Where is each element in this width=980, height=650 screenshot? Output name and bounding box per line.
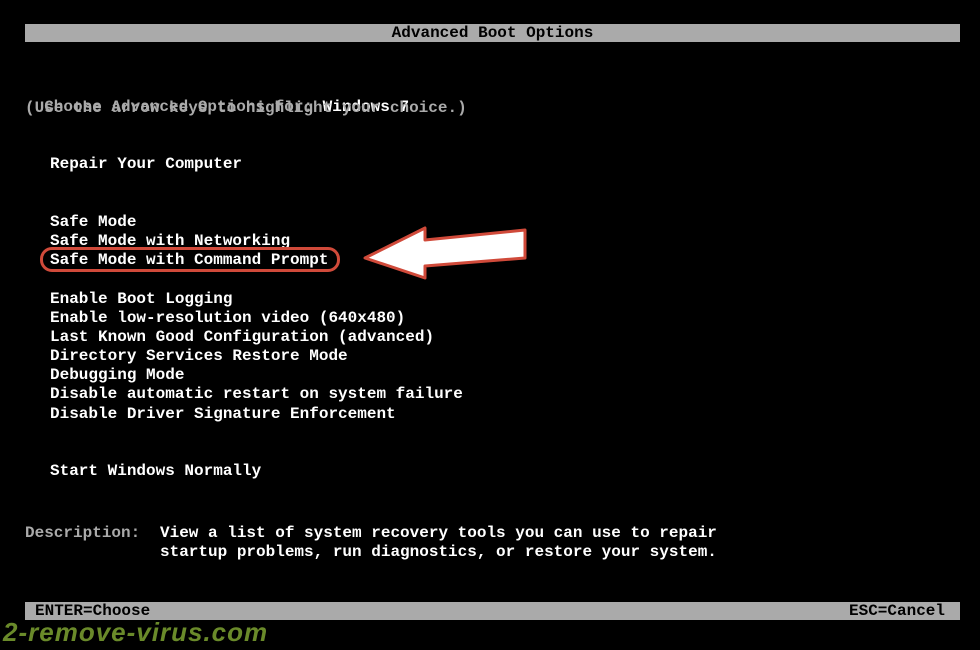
- description-line1: View a list of system recovery tools you…: [160, 524, 717, 542]
- menu-last-known-good[interactable]: Last Known Good Configuration (advanced): [50, 328, 434, 346]
- description-line2: startup problems, run diagnostics, or re…: [160, 543, 717, 561]
- menu-safe-mode[interactable]: Safe Mode: [50, 213, 136, 231]
- menu-disable-restart[interactable]: Disable automatic restart on system fail…: [50, 385, 463, 403]
- hint-line: (Use the arrow keys to highlight your ch…: [25, 99, 467, 117]
- description-label: Description:: [25, 524, 140, 542]
- watermark: 2-remove-virus.com: [3, 617, 268, 648]
- menu-start-normally[interactable]: Start Windows Normally: [50, 462, 261, 480]
- menu-boot-logging[interactable]: Enable Boot Logging: [50, 290, 232, 308]
- menu-debugging[interactable]: Debugging Mode: [50, 366, 184, 384]
- menu-low-res[interactable]: Enable low-resolution video (640x480): [50, 309, 405, 327]
- title-bar: Advanced Boot Options: [25, 24, 960, 42]
- menu-disable-sig[interactable]: Disable Driver Signature Enforcement: [50, 405, 396, 423]
- arrow-icon: [360, 210, 535, 280]
- footer-esc: ESC=Cancel: [849, 602, 945, 620]
- menu-ds-restore[interactable]: Directory Services Restore Mode: [50, 347, 348, 365]
- menu-repair-computer[interactable]: Repair Your Computer: [50, 155, 242, 173]
- selection-highlight: [40, 247, 340, 272]
- title-text: Advanced Boot Options: [392, 24, 594, 42]
